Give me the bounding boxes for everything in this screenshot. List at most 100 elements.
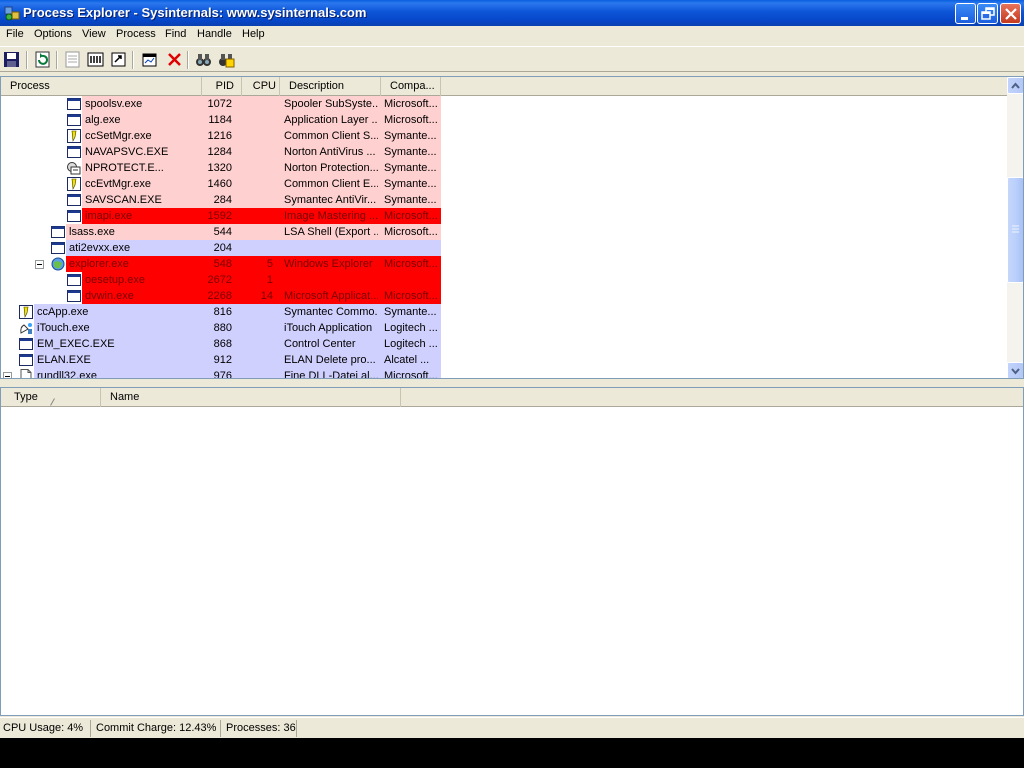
process-company	[384, 273, 439, 287]
process-pid: 1460	[207, 178, 232, 190]
process-name: ccApp.exe	[37, 306, 89, 318]
process-row[interactable]: EM_EXEC.EXE 868 Control Center Logitech ...	[1, 336, 1007, 352]
column-header-cpu[interactable]: CPU	[242, 77, 280, 96]
process-description: Image Mastering ...	[284, 210, 378, 222]
scroll-up-button[interactable]	[1007, 77, 1023, 94]
process-description: Common Client S...	[284, 130, 378, 142]
status-commit-charge: Commit Charge: 12.43%	[93, 720, 221, 737]
window-icon	[67, 146, 81, 158]
menu-options[interactable]: Options	[34, 28, 72, 40]
process-cpu	[243, 209, 273, 223]
column-header-company[interactable]: Compa...	[381, 77, 441, 96]
handle-view-icon[interactable]	[110, 51, 127, 68]
process-row[interactable]: imapi.exe 1592 Image Mastering ... Microsof…	[1, 208, 1007, 224]
process-table-header: Process PID CPU Description Compa...	[1, 77, 1007, 96]
process-row[interactable]: ati2evxx.exe 204	[1, 240, 1007, 256]
process-cpu: 1	[266, 274, 273, 286]
collapse-toggle[interactable]	[3, 372, 12, 378]
process-row[interactable]: dvwin.exe 2268 14 Microsoft Applicat... Micr…	[1, 288, 1007, 304]
process-pid: 2268	[207, 290, 232, 302]
menu-view[interactable]: View	[82, 28, 106, 40]
process-name: lsass.exe	[69, 226, 115, 238]
collapse-toggle[interactable]	[35, 260, 44, 269]
restore-icon	[981, 7, 995, 20]
process-row[interactable]: ELAN.EXE 912 ELAN Delete pro... Alcatel ...	[1, 352, 1007, 368]
process-name: oesetup.exe	[85, 274, 145, 286]
scroll-thumb[interactable]	[1007, 177, 1023, 283]
window-icon	[67, 274, 81, 286]
itouch-icon	[20, 323, 32, 334]
menu-help[interactable]: Help	[242, 28, 265, 40]
process-description: LSA Shell (Export ...	[284, 226, 378, 238]
process-company: Alcatel ...	[384, 354, 430, 366]
process-company: Symante...	[384, 162, 437, 174]
menu-bar: File Options View Process Find Handle He…	[0, 26, 1024, 45]
process-cpu	[243, 145, 273, 159]
minimize-icon	[961, 17, 968, 20]
refresh-icon[interactable]	[34, 51, 51, 68]
process-row[interactable]: spoolsv.exe 1072 Spooler SubSyste... Micros…	[1, 96, 1007, 112]
save-icon[interactable]	[3, 51, 20, 68]
column-header-description[interactable]: Description	[280, 77, 381, 96]
window-title: Process Explorer - Sysinternals: www.sys…	[23, 5, 367, 20]
restore-button[interactable]	[977, 3, 998, 24]
process-cpu	[243, 177, 273, 191]
menu-find[interactable]: Find	[165, 28, 186, 40]
explorer-icon	[51, 257, 65, 271]
find-icon[interactable]	[195, 51, 212, 68]
menu-handle[interactable]: Handle	[197, 28, 232, 40]
process-row[interactable]: NPROTECT.E... 1320 Norton Protection... Sym…	[1, 160, 1007, 176]
process-cpu	[243, 337, 273, 351]
process-pid: 1592	[207, 210, 232, 222]
process-row[interactable]: iTouch.exe 880 iTouch Application Logitech …	[1, 320, 1007, 336]
chevron-down-icon	[1011, 368, 1020, 375]
process-row[interactable]: ccSetMgr.exe 1216 Common Client S... Symant…	[1, 128, 1007, 144]
process-cpu	[243, 369, 273, 378]
process-row[interactable]: ccEvtMgr.exe 1460 Common Client E... Symant…	[1, 176, 1007, 192]
vertical-scrollbar[interactable]	[1007, 77, 1023, 378]
process-cpu: 14	[260, 290, 273, 302]
process-description: Norton Protection...	[284, 162, 378, 174]
symantec-icon	[19, 305, 33, 319]
column-header-name[interactable]: Name	[101, 388, 401, 407]
sort-ascending-icon	[50, 394, 56, 407]
toolbar-separator	[26, 51, 28, 69]
process-name: ccSetMgr.exe	[85, 130, 152, 142]
process-name: EM_EXEC.EXE	[37, 338, 115, 350]
column-header-pid[interactable]: PID	[202, 77, 242, 96]
system-info-icon[interactable]	[141, 51, 158, 68]
process-company: Symante...	[384, 146, 437, 158]
process-row[interactable]: ccApp.exe 816 Symantec Commo... Symante...	[1, 304, 1007, 320]
scroll-down-button[interactable]	[1007, 362, 1023, 378]
find-dll-icon[interactable]	[218, 51, 235, 68]
lower-pane-handles[interactable]: Type Name	[0, 387, 1024, 716]
process-pid: 1184	[208, 114, 232, 126]
title-bar[interactable]: Process Explorer - Sysinternals: www.sys…	[0, 0, 1024, 26]
process-row[interactable]: rundll32.exe 976 Fine DLL-Datei al... Micro…	[1, 368, 1007, 378]
process-row[interactable]: lsass.exe 544 LSA Shell (Export ... Microso…	[1, 224, 1007, 240]
menu-file[interactable]: File	[6, 28, 24, 40]
process-description: Microsoft Applicat...	[284, 290, 378, 302]
dll-view-icon[interactable]	[87, 51, 104, 68]
close-button[interactable]	[1000, 3, 1021, 24]
process-tree-pane[interactable]: Process PID CPU Description Compa... spo…	[0, 76, 1024, 379]
window-icon	[67, 98, 81, 110]
minimize-button[interactable]	[955, 3, 976, 24]
menu-process[interactable]: Process	[116, 28, 156, 40]
column-header-process[interactable]: Process	[1, 77, 202, 96]
properties-list-icon[interactable]	[64, 51, 81, 68]
process-row[interactable]: explorer.exe 548 5 Windows Explorer Microsof…	[1, 256, 1007, 272]
process-description: Symantec AntiVir...	[284, 194, 377, 206]
process-company: Microsoft...	[384, 114, 438, 126]
process-name: NPROTECT.E...	[85, 162, 164, 174]
process-row[interactable]: SAVSCAN.EXE 284 Symantec AntiVir... Symante…	[1, 192, 1007, 208]
column-header-type[interactable]: Type	[1, 388, 101, 407]
chevron-up-icon	[1011, 82, 1020, 89]
process-row[interactable]: NAVAPSVC.EXE 1284 Norton AntiVirus ... Syma…	[1, 144, 1007, 160]
process-row[interactable]: oesetup.exe 2672 1	[1, 272, 1007, 288]
toolbar-separator	[56, 51, 58, 69]
kill-process-icon[interactable]	[166, 51, 183, 68]
process-company: Symante...	[384, 130, 437, 142]
toolbar	[0, 46, 1024, 72]
process-row[interactable]: alg.exe 1184 Application Layer ... Microsof…	[1, 112, 1007, 128]
